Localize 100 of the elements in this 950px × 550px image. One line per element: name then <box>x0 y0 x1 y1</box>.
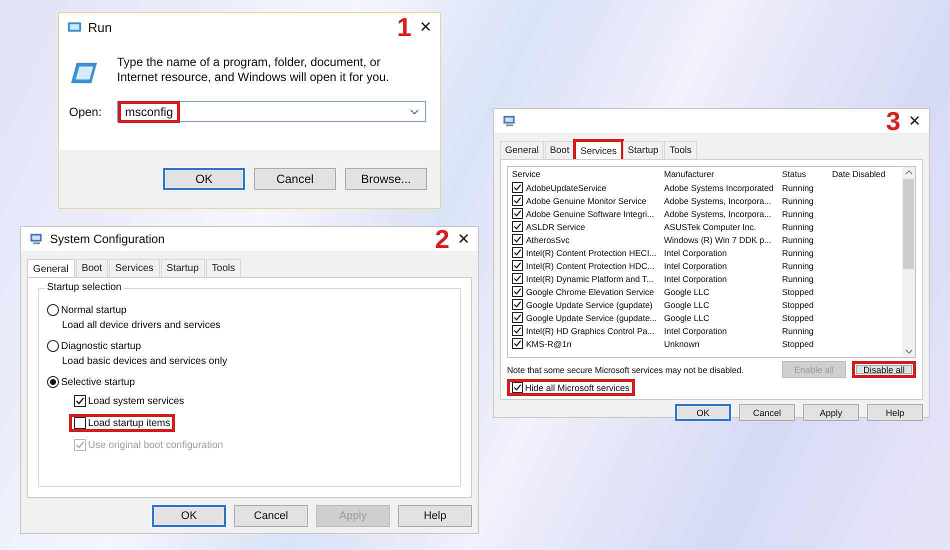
manufacturer-cell-text: Intel Corporation <box>663 248 728 258</box>
window-title: Run <box>88 20 112 34</box>
column-header[interactable]: Service <box>508 169 662 179</box>
service-name: KMS-R@1n <box>526 338 572 348</box>
tab[interactable]: Startup <box>160 259 205 277</box>
status-cell-text: Stopped <box>781 286 815 296</box>
close-button[interactable]: ✕ <box>417 18 434 36</box>
service-name: Google Update Service (gupdate... <box>526 312 657 322</box>
close-button[interactable]: ✕ <box>906 112 923 130</box>
service-name: Adobe Genuine Software Integri... <box>526 208 654 218</box>
service-name: ASLDR Service <box>526 222 586 232</box>
service-name: Intel(R) Content Protection HDC... <box>526 260 654 270</box>
checkbox-label: Load startup items <box>88 418 170 428</box>
manufacturer-cell-text: Google LLC <box>663 300 710 310</box>
checkbox[interactable] <box>512 208 523 219</box>
computer-icon <box>29 233 44 245</box>
manufacturer-cell-text: Google LLC <box>663 286 710 296</box>
checkbox[interactable] <box>512 273 523 284</box>
radio-button[interactable] <box>47 340 59 352</box>
service-name: Intel(R) Dynamic Platform and T... <box>526 274 654 284</box>
checkbox[interactable] <box>512 312 523 323</box>
manufacturer-cell-text: Intel Corporation <box>663 274 728 284</box>
checkbox-label: Use original boot configuration <box>88 440 224 450</box>
column-header[interactable]: Date Disabled <box>828 169 886 179</box>
dialog-button[interactable]: Browse... <box>345 168 427 190</box>
tab[interactable]: Services <box>575 141 622 160</box>
manufacturer-cell-text: Adobe Systems, Incorpora... <box>663 196 772 206</box>
scroll-up-icon[interactable] <box>904 170 912 175</box>
dropdown-icon[interactable] <box>410 108 419 114</box>
column-header[interactable]: Status <box>780 169 828 179</box>
service-name: Google Chrome Elevation Service <box>526 286 654 296</box>
radio-button[interactable] <box>47 304 59 316</box>
step-number: 1 <box>396 14 412 40</box>
scroll-down-icon[interactable] <box>904 349 912 354</box>
dialog-button[interactable]: Apply <box>803 404 859 421</box>
manufacturer-cell-text: Adobe Systems, Incorpora... <box>663 208 772 218</box>
manufacturer-cell-text: Windows (R) Win 7 DDK p... <box>663 234 772 244</box>
service-name: AtherosSvc <box>526 234 570 244</box>
tab[interactable]: General <box>500 141 544 159</box>
checkbox[interactable] <box>512 195 523 206</box>
window-title: System Configuration <box>50 232 165 246</box>
column-header[interactable]: Manufacturer <box>662 169 780 179</box>
tab[interactable]: Boot <box>76 259 108 277</box>
option-label: Normal startup <box>61 304 127 316</box>
checkbox[interactable] <box>512 338 523 349</box>
checkbox[interactable] <box>74 417 86 429</box>
dialog-button[interactable]: Disable all <box>852 361 916 378</box>
checkbox[interactable] <box>512 247 523 258</box>
dialog-button[interactable]: OK <box>675 404 731 421</box>
tab[interactable]: Boot <box>544 141 574 159</box>
step-number: 2 <box>434 226 450 252</box>
status-cell-text: Running <box>781 274 815 284</box>
step-number: 3 <box>886 108 900 134</box>
checkbox[interactable] <box>512 260 523 271</box>
service-name: Adobe Genuine Monitor Service <box>526 196 646 206</box>
open-label: Open: <box>69 104 101 118</box>
status-cell-text: Running <box>781 222 815 232</box>
checkbox[interactable] <box>512 286 523 297</box>
tab[interactable]: Startup <box>622 141 664 159</box>
dialog-button[interactable]: OK <box>163 168 245 190</box>
service-name: Intel(R) Content Protection HECI... <box>526 248 656 258</box>
status-cell-text: Running <box>781 208 815 218</box>
close-button[interactable]: ✕ <box>455 230 472 248</box>
checkbox[interactable] <box>512 234 523 245</box>
checkbox-label: Load system services <box>88 396 184 406</box>
status-cell-text: Stopped <box>781 312 815 322</box>
tab[interactable]: Tools <box>664 141 697 159</box>
dialog-button[interactable]: Help <box>867 404 923 421</box>
checkbox[interactable] <box>512 221 523 232</box>
checkbox[interactable] <box>512 299 523 310</box>
dialog-button[interactable]: Cancel <box>739 404 795 421</box>
dialog-button[interactable]: OK <box>152 505 226 527</box>
dialog-button[interactable]: Cancel <box>254 168 336 190</box>
checkbox[interactable] <box>512 325 523 336</box>
checkbox-label: Hide all Microsoft services <box>525 382 630 392</box>
service-name: Google Update Service (gupdate) <box>526 300 653 310</box>
manufacturer-cell-text: Adobe Systems Incorporated <box>663 182 775 192</box>
checkbox[interactable] <box>74 395 86 407</box>
open-field[interactable]: msconfig <box>117 101 426 122</box>
option-description: Load basic devices and services only <box>61 356 228 367</box>
status-cell-text: Running <box>781 248 815 258</box>
run-icon <box>67 21 82 33</box>
status-cell-text: Stopped <box>781 300 815 310</box>
dialog-button[interactable]: Help <box>398 505 472 527</box>
manufacturer-cell-text: ASUSTek Computer Inc. <box>663 222 758 232</box>
radio-button[interactable] <box>47 376 59 388</box>
tab[interactable]: Services <box>109 259 160 277</box>
scrollbar[interactable] <box>902 167 915 357</box>
status-cell-text: Running <box>781 326 815 336</box>
computer-icon <box>502 115 517 127</box>
tab[interactable]: Tools <box>206 259 242 277</box>
option-label: Diagnostic startup <box>61 340 142 352</box>
manufacturer-cell-text: Intel Corporation <box>663 326 728 336</box>
checkbox[interactable] <box>512 182 523 193</box>
checkbox[interactable] <box>512 382 523 393</box>
dialog-button[interactable]: Cancel <box>234 505 308 527</box>
note-text: Note that some secure Microsoft services may not be disabled. <box>507 364 744 374</box>
tab[interactable]: General <box>27 259 75 278</box>
status-cell-text: Running <box>781 234 815 244</box>
status-cell-text: Running <box>781 182 815 192</box>
